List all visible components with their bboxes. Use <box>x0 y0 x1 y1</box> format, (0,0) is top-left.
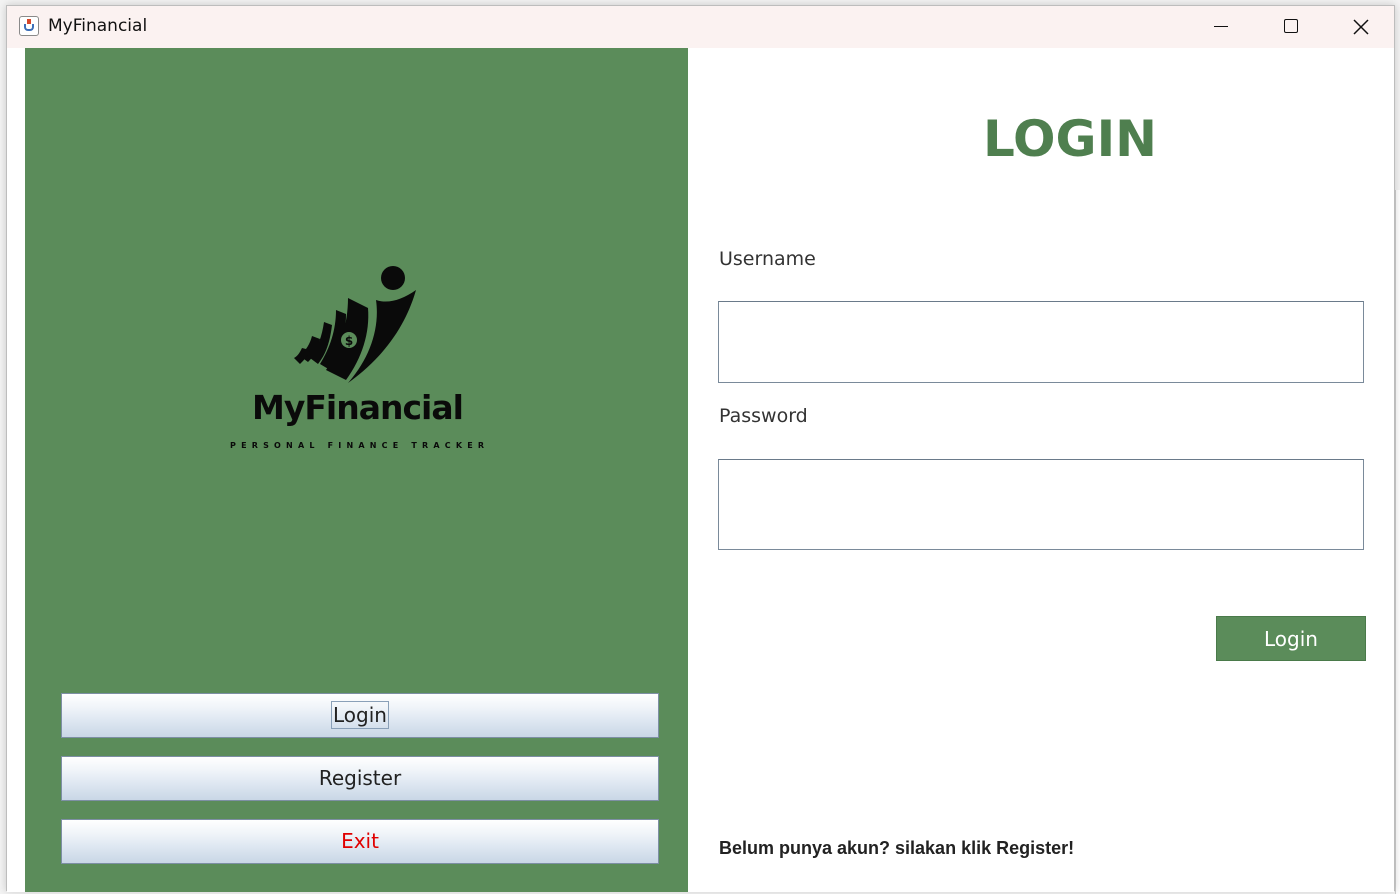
desktop: MyFinancial $ MyFinancial PERSONAL FINAN… <box>0 0 1400 894</box>
logo-tagline: PERSONAL FINANCE TRACKER <box>230 441 490 450</box>
window-left-margin <box>7 48 25 892</box>
password-input[interactable] <box>718 459 1364 550</box>
exit-button[interactable]: Exit <box>61 819 659 864</box>
nav-login-button[interactable]: Login <box>61 693 659 738</box>
username-input[interactable] <box>718 301 1364 383</box>
svg-text:$: $ <box>345 334 353 348</box>
minimize-button[interactable] <box>1186 6 1256 48</box>
username-label: Username <box>719 248 816 270</box>
window-title: MyFinancial <box>48 16 148 36</box>
close-button[interactable] <box>1326 6 1396 48</box>
myfinancial-logo: $ MyFinancial PERSONAL FINANCE TRACKER <box>230 258 490 458</box>
left-panel: $ MyFinancial PERSONAL FINANCE TRACKER L… <box>25 48 688 892</box>
nav-login-label: Login <box>331 701 389 729</box>
register-hint-text: Belum punya akun? silakan klik Register! <box>719 838 1075 858</box>
close-icon <box>1353 19 1369 35</box>
background-window-edge <box>1395 190 1400 894</box>
login-submit-button[interactable]: Login <box>1216 616 1366 661</box>
nav-register-button[interactable]: Register <box>61 756 659 801</box>
login-form-panel: LOGIN Username Password Login Belum puny… <box>688 48 1394 892</box>
logo-wordmark: MyFinancial <box>252 388 464 427</box>
money-person-icon: $ <box>294 266 416 383</box>
title-bar[interactable]: MyFinancial <box>7 6 1394 48</box>
password-label: Password <box>719 405 808 427</box>
java-app-icon <box>19 16 39 36</box>
app-window: MyFinancial $ MyFinancial PERSONAL FINAN… <box>6 5 1395 892</box>
maximize-button[interactable] <box>1256 6 1326 48</box>
page-title: LOGIN <box>982 110 1158 168</box>
